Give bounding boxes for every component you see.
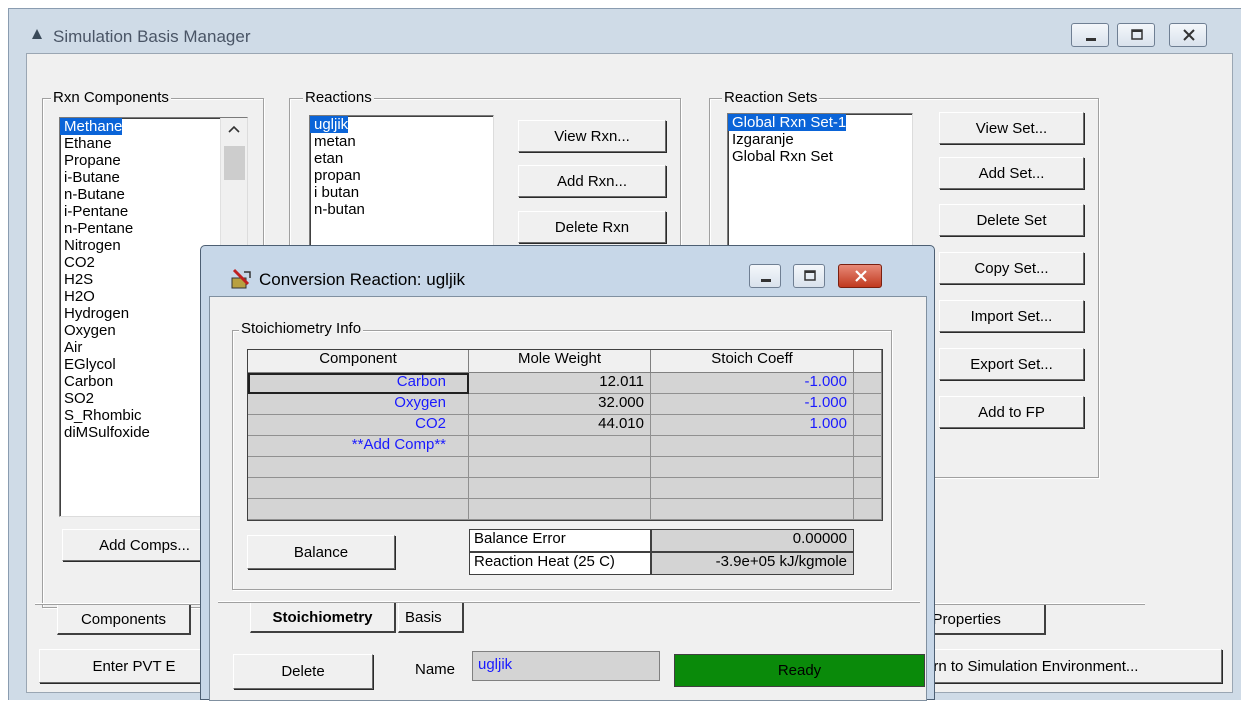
add-set-button[interactable]: Add Set... [939,157,1084,189]
grid-cell-extra[interactable] [854,373,882,394]
grid-cell-extra[interactable] [854,415,882,436]
component-list-item[interactable]: i-Butane [60,169,247,186]
delete-set-button[interactable]: Delete Set [939,204,1084,236]
dialog-client-area: Stoichiometry Info Component Mole Weight… [209,296,927,701]
dialog-close-button[interactable] [838,264,882,288]
delete-rxn-button[interactable]: Delete Rxn [518,211,666,243]
close-icon [1183,29,1195,41]
grid-cell-mw[interactable] [469,436,651,457]
grid-cell-mw[interactable]: 12.011 [469,373,651,394]
reaction-list-item[interactable]: propan [310,167,493,184]
grid-cell-coeff[interactable]: -1.000 [651,394,854,415]
reaction-sets-label: Reaction Sets [722,89,820,106]
reaction-list-item[interactable]: etan [310,150,493,167]
close-button[interactable] [1169,23,1207,47]
titlebar: Simulation Basis Manager [9,9,1241,57]
balance-error-value: 0.00000 [651,529,854,552]
close-icon [855,270,867,282]
status-indicator: Ready [674,654,925,687]
rxn-components-label: Rxn Components [51,89,171,106]
import-set-button[interactable]: Import Set... [939,300,1084,332]
delete-reaction-button[interactable]: Delete [233,654,373,689]
scroll-thumb[interactable] [224,146,245,180]
dialog-maximize-button[interactable] [793,264,825,288]
reaction-list-item[interactable]: metan [310,133,493,150]
grid-empty-cell[interactable] [248,499,469,520]
reaction-set-list-item[interactable]: Izgaranje [728,131,912,148]
grid-empty-cell[interactable] [248,478,469,499]
name-label: Name [415,661,456,678]
return-to-simulation-button[interactable]: urn to Simulation Environment... [922,649,1222,683]
tab-stoichiometry[interactable]: Stoichiometry [250,603,396,633]
grid-empty-cell[interactable] [469,499,651,520]
component-list-item[interactable]: Methane [60,118,123,135]
stoichiometry-info-label: Stoichiometry Info [239,320,364,337]
reaction-set-list-item[interactable]: Global Rxn Set [728,148,912,165]
reaction-heat-label: Reaction Heat (25 C) [469,552,651,575]
dialog-minimize-button[interactable] [749,264,781,288]
balance-button[interactable]: Balance [247,535,395,569]
add-rxn-button[interactable]: Add Rxn... [518,165,666,197]
tab-basis[interactable]: Basis [398,603,464,633]
grid-cell-component[interactable]: **Add Comp** [248,436,469,457]
component-list-item[interactable]: n-Butane [60,186,247,203]
reaction-set-list-item[interactable]: Global Rxn Set-1 [728,114,847,131]
window-title: Simulation Basis Manager [53,27,251,46]
grid-empty-cell[interactable] [651,457,854,478]
scroll-up-icon[interactable] [221,118,248,138]
grid-cell-coeff[interactable] [651,436,854,457]
grid-cell-coeff[interactable]: 1.000 [651,415,854,436]
grid-empty-cell[interactable] [469,457,651,478]
grid-cell-extra[interactable] [854,436,882,457]
grid-empty-cell[interactable] [651,499,854,520]
dialog-title: Conversion Reaction: ugljik [259,270,465,289]
export-set-button[interactable]: Export Set... [939,348,1084,380]
grid-empty-cell[interactable] [854,478,882,499]
app-icon [32,29,42,39]
grid-empty-cell[interactable] [248,457,469,478]
add-to-fp-button[interactable]: Add to FP [939,396,1084,428]
grid-cell-mw[interactable]: 44.010 [469,415,651,436]
restore-icon [1131,29,1143,40]
reaction-list-item[interactable]: n-butan [310,201,493,218]
grid-empty-cell[interactable] [469,478,651,499]
grid-empty-cell[interactable] [854,457,882,478]
minimize-icon [1086,38,1096,41]
grid-empty-cell[interactable] [854,499,882,520]
reaction-heat-value: -3.9e+05 kJ/kgmole [651,552,854,575]
minimize-icon [761,279,771,282]
column-header-extra [854,350,882,373]
column-header-mole-weight: Mole Weight [469,350,651,373]
stoichiometry-grid[interactable]: Component Mole Weight Stoich Coeff Carbo… [247,349,883,521]
copy-set-button[interactable]: Copy Set... [939,252,1084,284]
reactions-label: Reactions [303,89,374,106]
view-set-button[interactable]: View Set... [939,112,1084,144]
maximize-button[interactable] [1117,23,1155,47]
grid-cell-coeff[interactable]: -1.000 [651,373,854,394]
component-list-item[interactable]: i-Pentane [60,203,247,220]
view-rxn-button[interactable]: View Rxn... [518,120,666,152]
grid-cell-extra[interactable] [854,394,882,415]
grid-empty-cell[interactable] [651,478,854,499]
reaction-name-input[interactable]: ugljik [472,651,660,681]
balance-error-label: Balance Error [469,529,651,552]
reaction-icon [231,268,251,289]
grid-cell-component[interactable]: Carbon [248,373,469,394]
conversion-reaction-dialog: Conversion Reaction: ugljik Stoichiometr… [200,245,935,701]
column-header-component: Component [248,350,469,373]
column-header-stoich-coeff: Stoich Coeff [651,350,854,373]
reaction-list-item[interactable]: ugljik [310,116,349,133]
grid-cell-component[interactable]: CO2 [248,415,469,436]
minimize-button[interactable] [1071,23,1109,47]
component-list-item[interactable]: n-Pentane [60,220,247,237]
reaction-list-item[interactable]: i butan [310,184,493,201]
grid-cell-mw[interactable]: 32.000 [469,394,651,415]
component-list-item[interactable]: Propane [60,152,247,169]
grid-cell-component[interactable]: Oxygen [248,394,469,415]
component-list-item[interactable]: Ethane [60,135,247,152]
tab-components[interactable]: Components [57,605,191,635]
restore-icon [804,270,816,281]
